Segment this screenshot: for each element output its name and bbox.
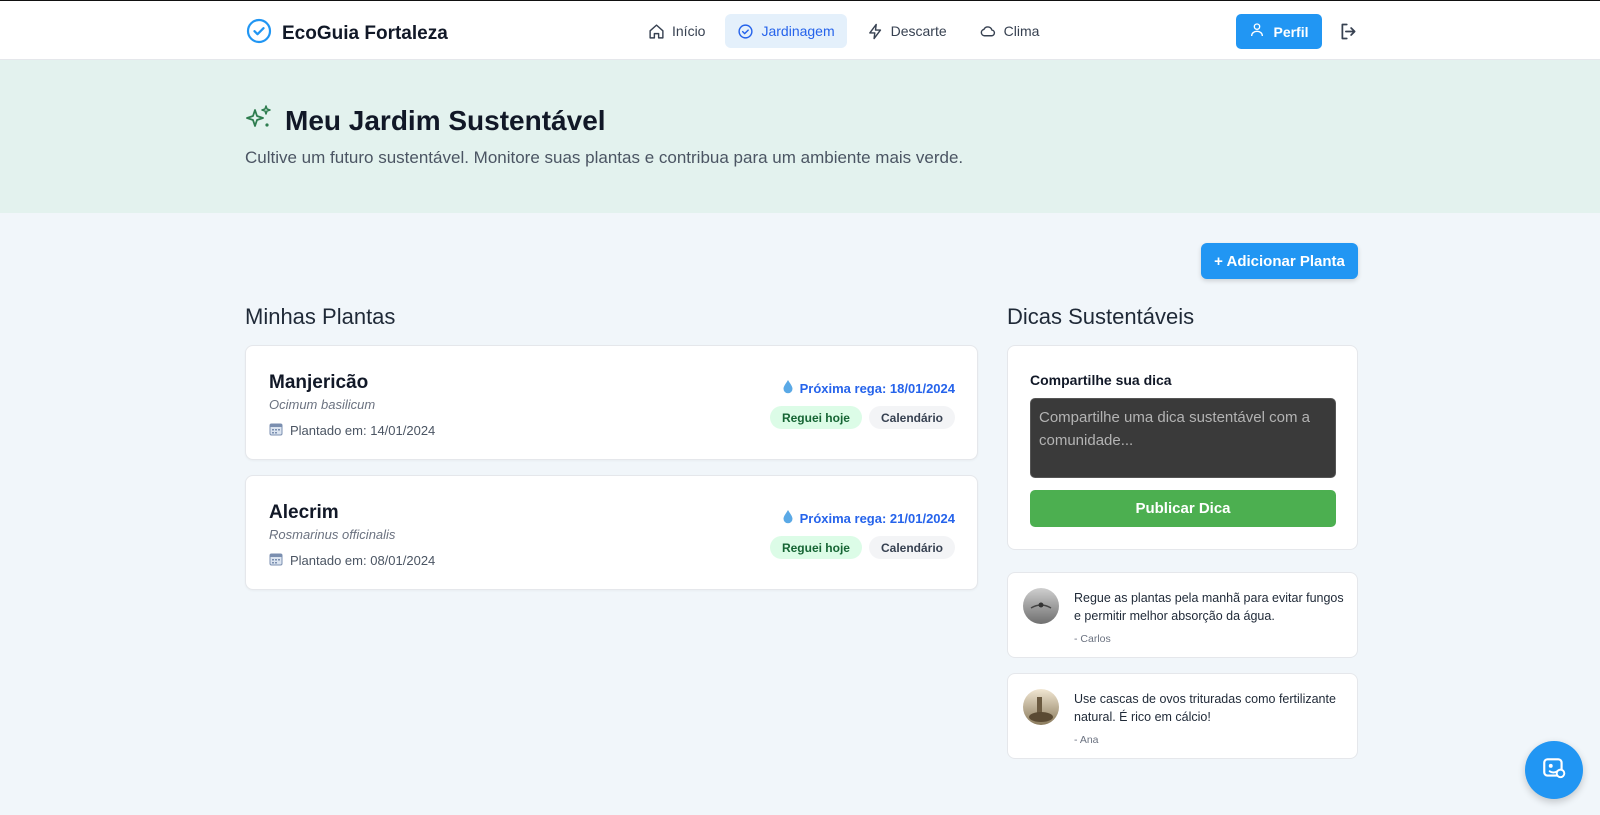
tip-author: - Ana <box>1074 734 1099 746</box>
profile-button[interactable]: Perfil <box>1236 14 1322 49</box>
next-watering-text: Próxima rega: 18/01/2024 <box>799 380 955 396</box>
watered-today-button[interactable]: Reguei hoje <box>769 536 862 559</box>
planted-date-text: Plantado em: 08/01/2024 <box>290 553 436 568</box>
nav-item-descarte[interactable]: Descarte <box>855 14 959 48</box>
publish-tip-button[interactable]: Publicar Dica <box>1030 490 1336 527</box>
add-plant-button[interactable]: + Adicionar Planta <box>1201 243 1358 279</box>
nav-item-clima[interactable]: Clima <box>967 14 1052 48</box>
next-watering: Próxima rega: 21/01/2024 <box>782 509 955 527</box>
tip-input[interactable] <box>1030 398 1336 478</box>
page-title-text: Meu Jardim Sustentável <box>285 104 606 136</box>
tip-card: Use cascas de ovos trituradas como ferti… <box>1007 673 1358 759</box>
nav-item-inicio[interactable]: Início <box>636 14 717 48</box>
nav-item-label: Início <box>672 23 706 39</box>
plant-name: Alecrim <box>269 502 339 523</box>
tip-form: Compartilhe sua dica Publicar Dica <box>1007 345 1358 550</box>
tip-text: Use cascas de ovos trituradas como ferti… <box>1074 692 1336 724</box>
home-icon <box>648 23 665 40</box>
avatar <box>1023 588 1059 624</box>
tip-author: - Carlos <box>1074 633 1111 645</box>
page-title: Meu Jardim Sustentável <box>245 104 606 137</box>
calendar-icon <box>269 552 283 569</box>
plant-scientific-name: Rosmarinus officinalis <box>269 527 396 542</box>
cloud-icon <box>979 23 997 40</box>
brand-name: EcoGuia Fortaleza <box>282 22 448 44</box>
lightning-icon <box>867 23 884 40</box>
tip-form-title: Compartilhe sua dica <box>1030 372 1172 388</box>
plant-card: Manjericão Ocimum basilicum Plantado em:… <box>245 345 978 460</box>
avatar <box>1023 689 1059 725</box>
nav-item-label: Descarte <box>890 23 947 39</box>
next-watering: Próxima rega: 18/01/2024 <box>782 379 955 397</box>
water-drop-icon <box>782 509 794 527</box>
plant-date: Plantado em: 14/01/2024 <box>269 422 435 439</box>
page-subtitle: Cultive um futuro sustentável. Monitore … <box>245 148 964 167</box>
water-drop-icon <box>782 379 794 397</box>
watered-today-button[interactable]: Reguei hoje <box>769 406 862 429</box>
tips-section-title: Dicas Sustentáveis <box>1007 304 1195 329</box>
main-nav: Início Jardinagem Descarte Clima <box>636 14 1051 48</box>
nav-item-label: Clima <box>1003 23 1040 39</box>
top-navbar: EcoGuia Fortaleza Início Jardinagem Desc… <box>0 0 1600 60</box>
plant-card: Alecrim Rosmarinus officinalis Plantado … <box>245 475 978 590</box>
calendar-button[interactable]: Calendário <box>868 406 955 429</box>
next-watering-text: Próxima rega: 21/01/2024 <box>799 510 955 526</box>
calendar-icon <box>269 422 283 439</box>
hero-banner: Meu Jardim Sustentável Cultive um futuro… <box>0 60 1600 213</box>
plant-name: Manjericão <box>269 372 369 393</box>
plant-actions: Reguei hoje Calendário <box>769 406 955 429</box>
tip-text: Regue as plantas pela manhã para evitar … <box>1074 591 1344 623</box>
check-circle-icon <box>246 18 272 49</box>
puzzle-icon <box>1541 755 1567 786</box>
profile-label: Perfil <box>1273 23 1309 40</box>
calendar-button[interactable]: Calendário <box>868 536 955 559</box>
check-circle-icon <box>737 23 754 40</box>
nav-item-jardinagem[interactable]: Jardinagem <box>725 14 847 48</box>
user-icon <box>1249 22 1265 41</box>
logout-icon[interactable] <box>1338 21 1359 47</box>
plant-scientific-name: Ocimum basilicum <box>269 397 376 412</box>
plant-date: Plantado em: 08/01/2024 <box>269 552 435 569</box>
plant-actions: Reguei hoje Calendário <box>769 536 955 559</box>
floating-action-button[interactable] <box>1525 741 1583 799</box>
nav-item-label: Jardinagem <box>761 23 835 39</box>
tip-card: Regue as plantas pela manhã para evitar … <box>1007 572 1358 658</box>
plants-section-title: Minhas Plantas <box>245 304 396 329</box>
sparkles-icon <box>245 104 273 137</box>
brand[interactable]: EcoGuia Fortaleza <box>246 18 448 49</box>
planted-date-text: Plantado em: 14/01/2024 <box>290 423 436 438</box>
